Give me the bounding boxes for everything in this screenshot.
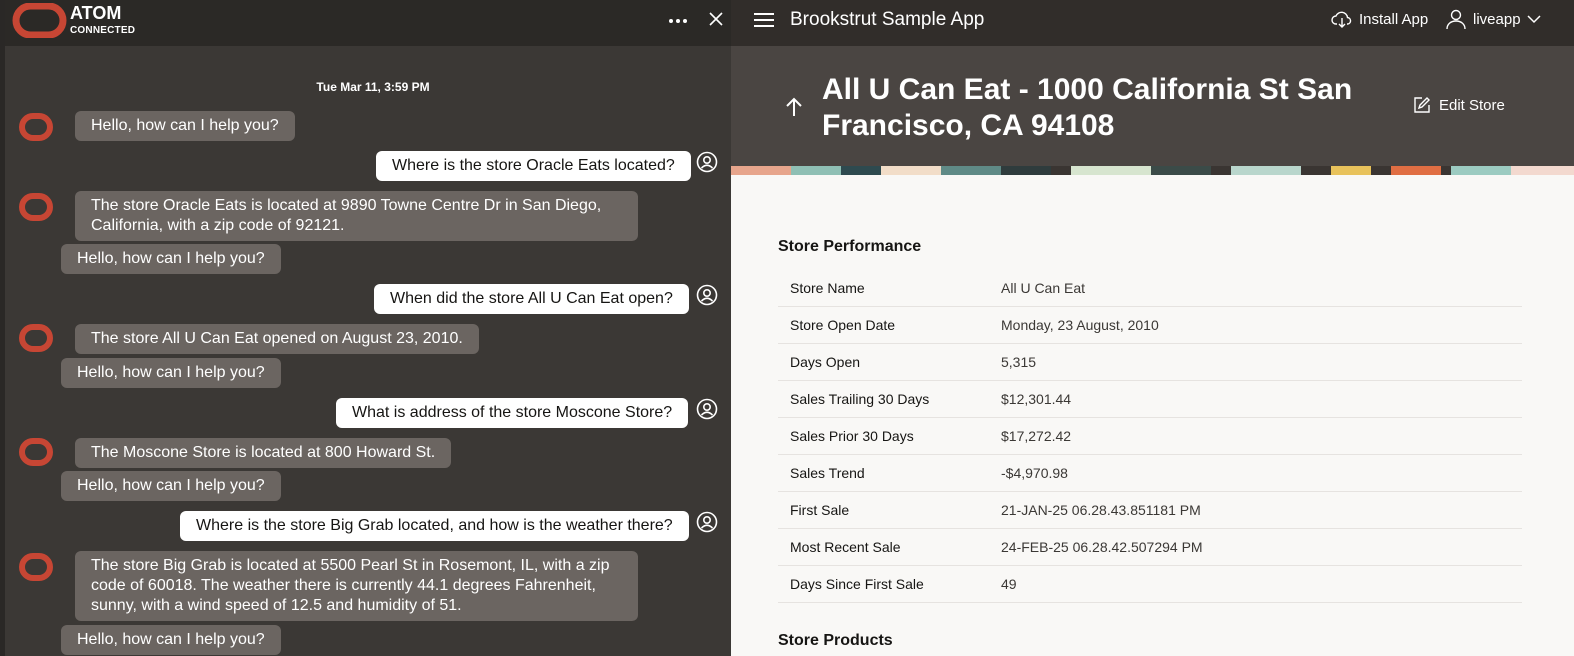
row-label: Sales Trend: [790, 465, 865, 481]
bot-message: Hello, how can I help you?: [19, 108, 719, 148]
row-label: Most Recent Sale: [790, 539, 901, 555]
row-value: Monday, 23 August, 2010: [1001, 317, 1159, 333]
table-row: Most Recent Sale 24-FEB-25 06.28.42.50729…: [778, 529, 1522, 566]
atom-logo-icon: [19, 324, 53, 352]
store-performance-table: Store Name All U Can Eat Store Open Date Mo…: [778, 270, 1522, 603]
install-app-label: Install App: [1359, 10, 1429, 28]
row-value: $17,272.42: [1001, 428, 1072, 444]
chat-header: ATOM CONNECTED: [5, 0, 731, 46]
bot-bubble: Hello, how can I help you?: [61, 244, 281, 274]
user-bubble: Where is the store Big Grab located, and…: [180, 511, 689, 541]
row-value: 5,315: [1001, 354, 1037, 370]
row-label: Store Name: [790, 280, 865, 296]
row-label: First Sale: [790, 502, 850, 518]
more-icon[interactable]: [665, 8, 691, 34]
bot-bubble: The Moscone Store is located at 800 Howa…: [75, 438, 452, 468]
row-value: -$4,970.98: [1001, 465, 1068, 481]
table-row: Store Open Date Monday, 23 August, 2010: [778, 307, 1522, 344]
row-value: All U Can Eat: [1001, 280, 1086, 296]
user-avatar-icon: [696, 511, 718, 533]
chevron-down-icon: [1527, 15, 1541, 24]
table-row: First Sale 21-JAN-25 06.28.43.851181 PM: [778, 492, 1522, 529]
chat-date: Tue Mar 11, 3:59 PM: [316, 80, 430, 94]
row-label: Sales Prior 30 Days: [790, 428, 914, 444]
user-bubble: Where is the store Oracle Eats located?: [376, 151, 691, 181]
user-avatar-icon: [696, 284, 718, 306]
page-hero: All U Can Eat - 1000 California St San F…: [731, 46, 1574, 166]
app-panel: Brookstrut Sample App Install App liveap…: [731, 0, 1574, 656]
up-arrow-icon[interactable]: [783, 96, 805, 118]
table-row: Sales Prior 30 Days $17,272.42: [778, 418, 1522, 455]
hero-decorative-strip: [731, 166, 1574, 175]
bot-message: The store Big Grab is located at 5500 Pe…: [19, 548, 719, 624]
bot-bubble: The store Big Grab is located at 5500 Pe…: [75, 551, 638, 621]
atom-logo-icon: [19, 193, 53, 221]
atom-logo-icon: [19, 113, 53, 141]
store-performance-heading: Store Performance: [778, 238, 922, 255]
table-row: Days Open 5,315: [778, 344, 1522, 381]
bot-message: The store All U Can Eat opened on August…: [19, 321, 719, 357]
user-avatar-icon: [696, 398, 718, 420]
app-name[interactable]: Brookstrut Sample App: [790, 9, 984, 31]
bot-bubble: Hello, how can I help you?: [75, 111, 295, 141]
user-bubble: When did the store All U Can Eat open?: [374, 284, 689, 314]
close-icon[interactable]: [705, 8, 727, 30]
table-row: Store Name All U Can Eat: [778, 270, 1522, 307]
bot-bubble: Hello, how can I help you?: [61, 358, 281, 388]
install-app-button[interactable]: Install App: [1331, 10, 1428, 28]
row-label: Days Open: [790, 354, 861, 370]
row-label: Sales Trailing 30 Days: [790, 391, 930, 407]
bot-bubble: Hello, how can I help you?: [61, 471, 281, 501]
row-value: $12,301.44: [1001, 391, 1072, 407]
user-bubble: What is address of the store Moscone Sto…: [336, 398, 689, 428]
table-row: Sales Trend -$4,970.98: [778, 455, 1522, 492]
row-label: Store Open Date: [790, 317, 896, 333]
app-header: Brookstrut Sample App Install App liveap…: [731, 0, 1574, 46]
edit-store-button[interactable]: Edit Store: [1413, 96, 1505, 114]
bot-bubble: The store All U Can Eat opened on August…: [75, 324, 479, 354]
bot-bubble: The store Oracle Eats is located at 9890…: [75, 191, 638, 241]
store-products-heading: Store Products: [778, 632, 893, 649]
edit-store-label: Edit Store: [1439, 96, 1505, 114]
cloud-download-icon: [1331, 11, 1352, 28]
page-title: All U Can Eat - 1000 California St San F…: [822, 73, 1353, 142]
bot-message: The Moscone Store is located at 800 Howa…: [19, 435, 719, 471]
chat-title: ATOM: [70, 3, 122, 23]
chat-panel: ATOM CONNECTED Tue Mar 11, 3:59 PM Hello…: [0, 0, 731, 656]
row-value: 24-FEB-25 06.28.42.507294 PM: [1001, 539, 1203, 555]
chat-status: CONNECTED: [70, 25, 136, 36]
atom-logo-icon: [19, 553, 53, 581]
row-value: 49: [1001, 576, 1017, 592]
user-label: liveapp: [1473, 10, 1521, 28]
bot-message: The store Oracle Eats is located at 9890…: [19, 188, 719, 241]
user-menu-button[interactable]: liveapp: [1445, 8, 1541, 30]
user-avatar-icon: [696, 151, 718, 173]
atom-logo-icon: [19, 438, 53, 466]
row-label: Days Since First Sale: [790, 576, 924, 592]
user-icon: [1446, 9, 1466, 30]
row-value: 21-JAN-25 06.28.43.851181 PM: [1001, 502, 1201, 518]
hamburger-icon[interactable]: [754, 12, 774, 28]
edit-icon: [1414, 97, 1430, 113]
table-row: Days Since First Sale 49: [778, 566, 1522, 603]
atom-logo-icon: [12, 3, 67, 38]
table-row: Sales Trailing 30 Days $12,301.44: [778, 381, 1522, 418]
bot-bubble: Hello, how can I help you?: [61, 625, 281, 655]
